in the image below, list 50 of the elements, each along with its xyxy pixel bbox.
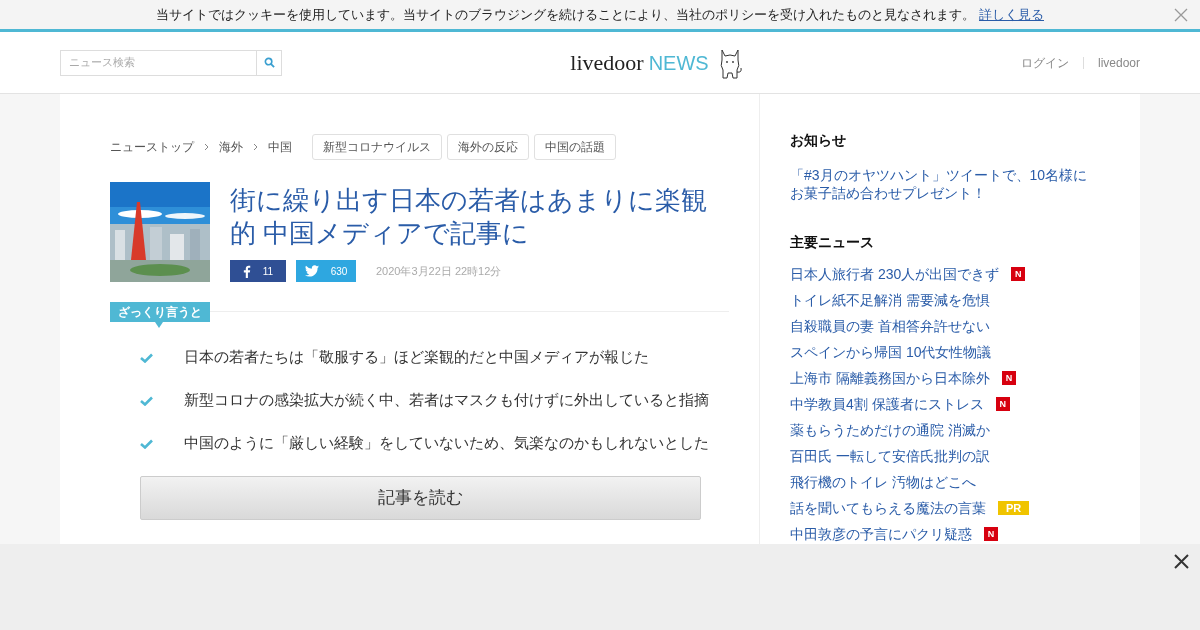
section-heading: 主要ニュース xyxy=(790,233,875,252)
topic-tag[interactable]: 中国の話題 xyxy=(534,134,616,160)
search-icon xyxy=(263,57,275,68)
check-icon xyxy=(140,395,153,406)
section-heading: お知らせ xyxy=(790,131,847,150)
pr-badge: PR xyxy=(998,501,1030,515)
notice-link[interactable]: 「#3月のオヤツハント」ツイートで、10名様にお菓子詰め合わせプレゼント！ xyxy=(790,166,1100,202)
news-link[interactable]: 上海市 隔離義務国から日本除外 xyxy=(790,367,990,389)
summary-point: 日本の若者たちは「敬服する」ほど楽観的だと中国メディアが報じた xyxy=(184,347,649,368)
facebook-share-button[interactable]: 11 xyxy=(230,260,286,282)
news-link[interactable]: 飛行機のトイレ 汚物はどこへ xyxy=(790,471,976,493)
close-icon[interactable] xyxy=(1174,554,1189,569)
search-field[interactable]: ニュース検索 xyxy=(60,49,257,76)
bird-icon xyxy=(304,265,319,277)
summary-point: 新型コロナの感染拡大が続く中、若者はマスクも付けずに外出していると指摘 xyxy=(184,390,709,411)
summary-point: 中国のように「厳しい経験」をしていないため、気楽なのかもしれないとした xyxy=(184,433,709,454)
check-icon xyxy=(140,352,153,363)
new-badge: N xyxy=(995,397,1010,411)
cookie-message: 当サイトではクッキーを使用しています。当サイトのブラウジングを続けることにより、当社のポリシーを受け入れたものと見なされます。 xyxy=(156,5,975,24)
news-link[interactable]: 日本人旅行者 230人が出国できず xyxy=(790,263,1000,285)
topic-tag[interactable]: 新型コロナウイルス xyxy=(312,134,442,160)
breadcrumb-link[interactable]: 中国 xyxy=(268,138,292,156)
breadcrumb-link[interactable]: 海外 xyxy=(219,138,243,156)
new-badge: N xyxy=(984,527,998,541)
news-link[interactable]: スペインから帰国 10代女性物議 xyxy=(790,341,992,363)
news-link[interactable]: 自殺職員の妻 首相答弁許せない xyxy=(790,315,990,337)
summary-label: ざっくり言うと xyxy=(110,302,210,322)
check-icon xyxy=(140,438,153,449)
news-link[interactable]: トイレ紙不足解消 需要減を危惧 xyxy=(790,289,990,311)
learn-more-link[interactable]: 詳しく見る xyxy=(979,4,1044,25)
news-link[interactable]: 中学教員4割 保護者にストレス xyxy=(790,393,984,415)
logo-text[interactable]: livedoor NEWS xyxy=(570,46,709,79)
topic-tag[interactable]: 海外の反応 xyxy=(447,134,529,160)
news-link[interactable]: 薬もらうためだけの通院 消滅か xyxy=(790,419,990,441)
facebook-icon xyxy=(242,264,251,278)
new-badge: N xyxy=(1001,371,1016,385)
label-pointer-icon xyxy=(155,322,163,328)
chevron-icon xyxy=(204,143,209,151)
chevron-icon xyxy=(253,143,258,151)
publish-date: 2020年3月22日 22時12分 xyxy=(376,263,502,279)
search-button[interactable] xyxy=(257,49,282,76)
news-link[interactable]: 話を聞いてもらえる魔法の言葉 xyxy=(790,497,986,519)
read-article-button[interactable]: 記事を読む xyxy=(140,476,701,520)
news-link[interactable]: 百田氏 一転して安倍氏批判の訳 xyxy=(790,445,990,467)
article-title: 街に繰り出す日本の若者はあまりに楽観的 中国メディアで記事に xyxy=(230,184,708,250)
login-link[interactable]: ログイン xyxy=(1020,53,1069,72)
news-link[interactable]: 中田敦彦の予言にパクリ疑惑 xyxy=(790,523,972,545)
new-badge: N xyxy=(1011,267,1026,281)
breadcrumb-link[interactable]: ニューストップ xyxy=(110,138,194,156)
portal-link[interactable]: livedoor xyxy=(1097,53,1140,72)
